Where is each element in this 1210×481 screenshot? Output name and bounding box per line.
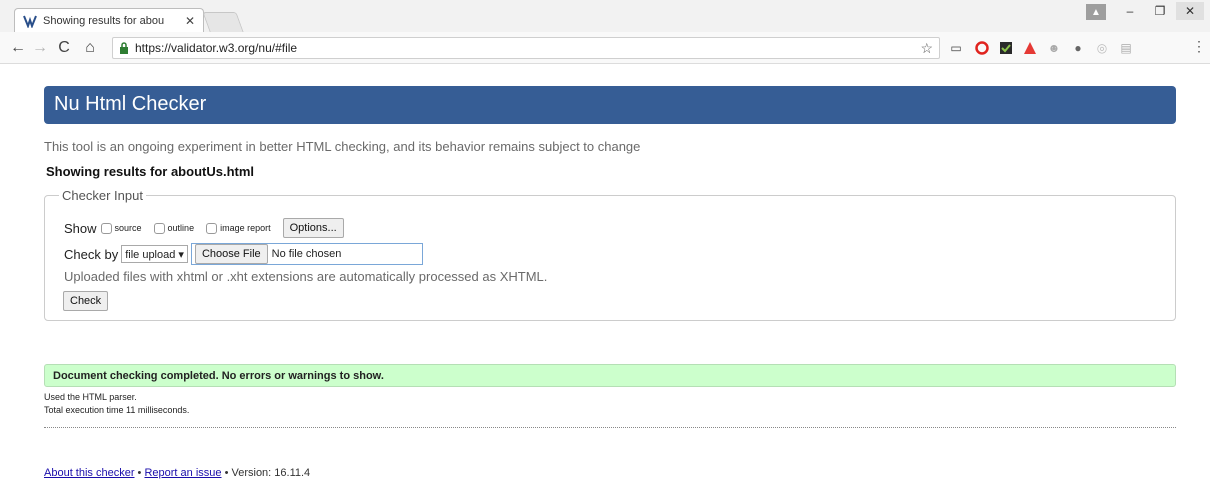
browser-menu-icon[interactable]: ⋮ — [1192, 38, 1206, 55]
new-tab-button[interactable] — [202, 12, 244, 32]
xhtml-hint: Uploaded files with xhtml or .xht extens… — [64, 269, 548, 284]
execution-time-info: Total execution time 11 milliseconds. — [44, 405, 190, 415]
show-label: Show — [64, 220, 97, 236]
choose-file-button[interactable]: Choose File — [194, 244, 268, 264]
checker-input-legend: Checker Input — [62, 188, 143, 203]
tab-title: Showing results for abou — [43, 14, 165, 27]
options-button[interactable]: Options... — [282, 218, 344, 238]
profile-icon[interactable]: ▲ — [1086, 4, 1106, 20]
browser-titlebar: Showing results for abou ✕ ▲ – ❐ ✕ — [0, 0, 1210, 32]
footer-separator: • — [221, 467, 232, 479]
acrobat-icon[interactable] — [1022, 40, 1038, 56]
minimize-button[interactable]: – — [1116, 2, 1144, 20]
address-bar[interactable]: https://validator.w3.org/nu/#file ☆ — [112, 37, 940, 59]
version-text: Version: 16.11.4 — [231, 467, 311, 479]
restore-button[interactable]: ❐ — [1146, 2, 1174, 20]
close-window-button[interactable]: ✕ — [1176, 2, 1204, 20]
url-text: https://validator.w3.org/nu/#file — [135, 41, 298, 55]
bookmark-star-icon[interactable]: ☆ — [920, 40, 933, 57]
check-by-select[interactable]: file upload ▾ — [121, 245, 188, 263]
source-option-label: source — [114, 223, 142, 233]
divider — [44, 427, 1176, 428]
back-arrow-icon[interactable]: ← — [8, 38, 28, 58]
extension-gray-icon[interactable]: ☻ — [1046, 40, 1062, 56]
page-header: Nu Html Checker — [44, 86, 1176, 124]
footer-separator: • — [134, 467, 145, 479]
show-outline-option[interactable]: outline — [153, 222, 195, 234]
file-name-text: No file chosen — [271, 248, 342, 260]
opera-icon[interactable] — [974, 40, 990, 56]
browser-tab[interactable]: Showing results for abou ✕ — [14, 8, 204, 32]
lock-icon — [120, 42, 128, 54]
footer: About this checker • Report an issue • V… — [44, 467, 310, 479]
about-checker-link[interactable]: About this checker — [44, 467, 135, 479]
home-icon[interactable]: ⌂ — [80, 38, 100, 58]
parser-info: Used the HTML parser. — [44, 392, 137, 402]
forward-arrow-icon[interactable]: → — [30, 38, 50, 58]
outline-checkbox[interactable] — [153, 222, 165, 234]
reload-icon[interactable]: C — [54, 38, 74, 58]
outline-option-label: outline — [167, 223, 195, 233]
page-title: Nu Html Checker — [54, 93, 207, 115]
browser-toolbar: ← → C ⌂ https://validator.w3.org/nu/#fil… — [0, 32, 1210, 64]
extension-check-icon[interactable] — [998, 40, 1014, 56]
image-report-option-label: image report — [220, 223, 271, 233]
source-checkbox[interactable] — [100, 222, 112, 234]
extension-dark-icon[interactable]: ● — [1070, 40, 1086, 56]
show-options-row: Show source outline image report Options… — [64, 218, 344, 238]
intro-text: This tool is an ongoing experiment in be… — [44, 139, 641, 154]
check-button[interactable]: Check — [63, 291, 109, 311]
extension-keyboard-icon[interactable]: ▤ — [1118, 40, 1134, 56]
file-input[interactable]: Choose File No file chosen — [190, 243, 423, 265]
check-by-row: Check by file upload ▾ Choose File No fi… — [64, 243, 423, 265]
w3c-favicon-icon — [23, 15, 37, 28]
report-issue-link[interactable]: Report an issue — [144, 467, 221, 479]
cast-icon[interactable]: ▭ — [948, 40, 964, 56]
results-heading: Showing results for aboutUs.html — [46, 164, 255, 179]
show-image-report-option[interactable]: image report — [206, 222, 271, 234]
tab-close-icon[interactable]: ✕ — [185, 14, 195, 28]
image-report-checkbox[interactable] — [206, 222, 218, 234]
success-message: Document checking completed. No errors o… — [44, 364, 1176, 387]
check-by-label: Check by — [64, 246, 119, 262]
show-source-option[interactable]: source — [100, 222, 142, 234]
extension-circle-icon[interactable]: ◎ — [1094, 40, 1110, 56]
